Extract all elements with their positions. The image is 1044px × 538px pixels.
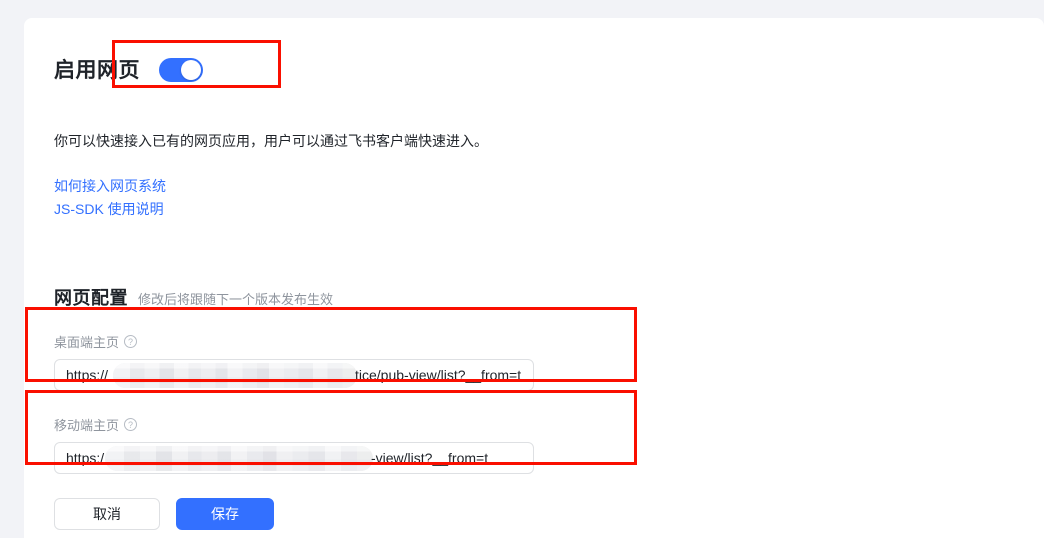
save-button[interactable]: 保存 bbox=[176, 498, 274, 530]
desktop-url-prefix: https:// bbox=[66, 367, 109, 383]
mosaic-pattern bbox=[113, 363, 357, 388]
header-row: 启用网页 bbox=[54, 50, 203, 90]
enable-webpage-toggle[interactable] bbox=[159, 58, 203, 82]
link-js-sdk-guide[interactable]: JS-SDK 使用说明 bbox=[54, 198, 166, 221]
desktop-url-suffix: tice/pub-view/list?__from=t bbox=[355, 367, 522, 383]
question-circle-icon[interactable]: ? bbox=[124, 334, 138, 348]
mobile-homepage-input[interactable]: https:/ -view/list?__from=t bbox=[54, 442, 534, 474]
desktop-homepage-field: 桌面端主页 ? https:// tice/pub-view/list?__fr… bbox=[54, 332, 534, 391]
section-subtitle: 修改后将跟随下一个版本发布生效 bbox=[138, 292, 334, 307]
mobile-url-redaction bbox=[105, 446, 373, 471]
mosaic-pattern bbox=[105, 446, 373, 471]
link-how-to-integrate[interactable]: 如何接入网页系统 bbox=[54, 175, 166, 198]
action-bar: 取消 保存 bbox=[54, 498, 274, 530]
desktop-url-redaction bbox=[113, 363, 357, 388]
page-title: 启用网页 bbox=[54, 58, 140, 82]
desktop-homepage-input[interactable]: https:// tice/pub-view/list?__from=t bbox=[54, 359, 534, 391]
mobile-homepage-label-text: 移动端主页 bbox=[54, 417, 120, 433]
toggle-knob bbox=[181, 60, 201, 80]
question-circle-icon[interactable]: ? bbox=[124, 417, 138, 431]
desktop-homepage-label-text: 桌面端主页 bbox=[54, 334, 120, 350]
mobile-homepage-label: 移动端主页 ? bbox=[54, 415, 534, 433]
mobile-url-prefix: https:/ bbox=[66, 450, 105, 466]
desktop-homepage-label: 桌面端主页 ? bbox=[54, 332, 534, 350]
settings-card: 启用网页 你可以快速接入已有的网页应用，用户可以通过飞书客户端快速进入。 如何接… bbox=[24, 18, 1044, 538]
cancel-button[interactable]: 取消 bbox=[54, 498, 160, 530]
help-link-list: 如何接入网页系统 JS-SDK 使用说明 bbox=[54, 175, 166, 221]
mobile-homepage-field: 移动端主页 ? https:/ -view/list?__from=t bbox=[54, 415, 534, 474]
section-heading: 网页配置 修改后将跟随下一个版本发布生效 bbox=[54, 284, 333, 310]
mobile-url-suffix: -view/list?__from=t bbox=[371, 450, 489, 466]
section-title: 网页配置 bbox=[54, 288, 128, 308]
page-description: 你可以快速接入已有的网页应用，用户可以通过飞书客户端快速进入。 bbox=[54, 133, 488, 149]
